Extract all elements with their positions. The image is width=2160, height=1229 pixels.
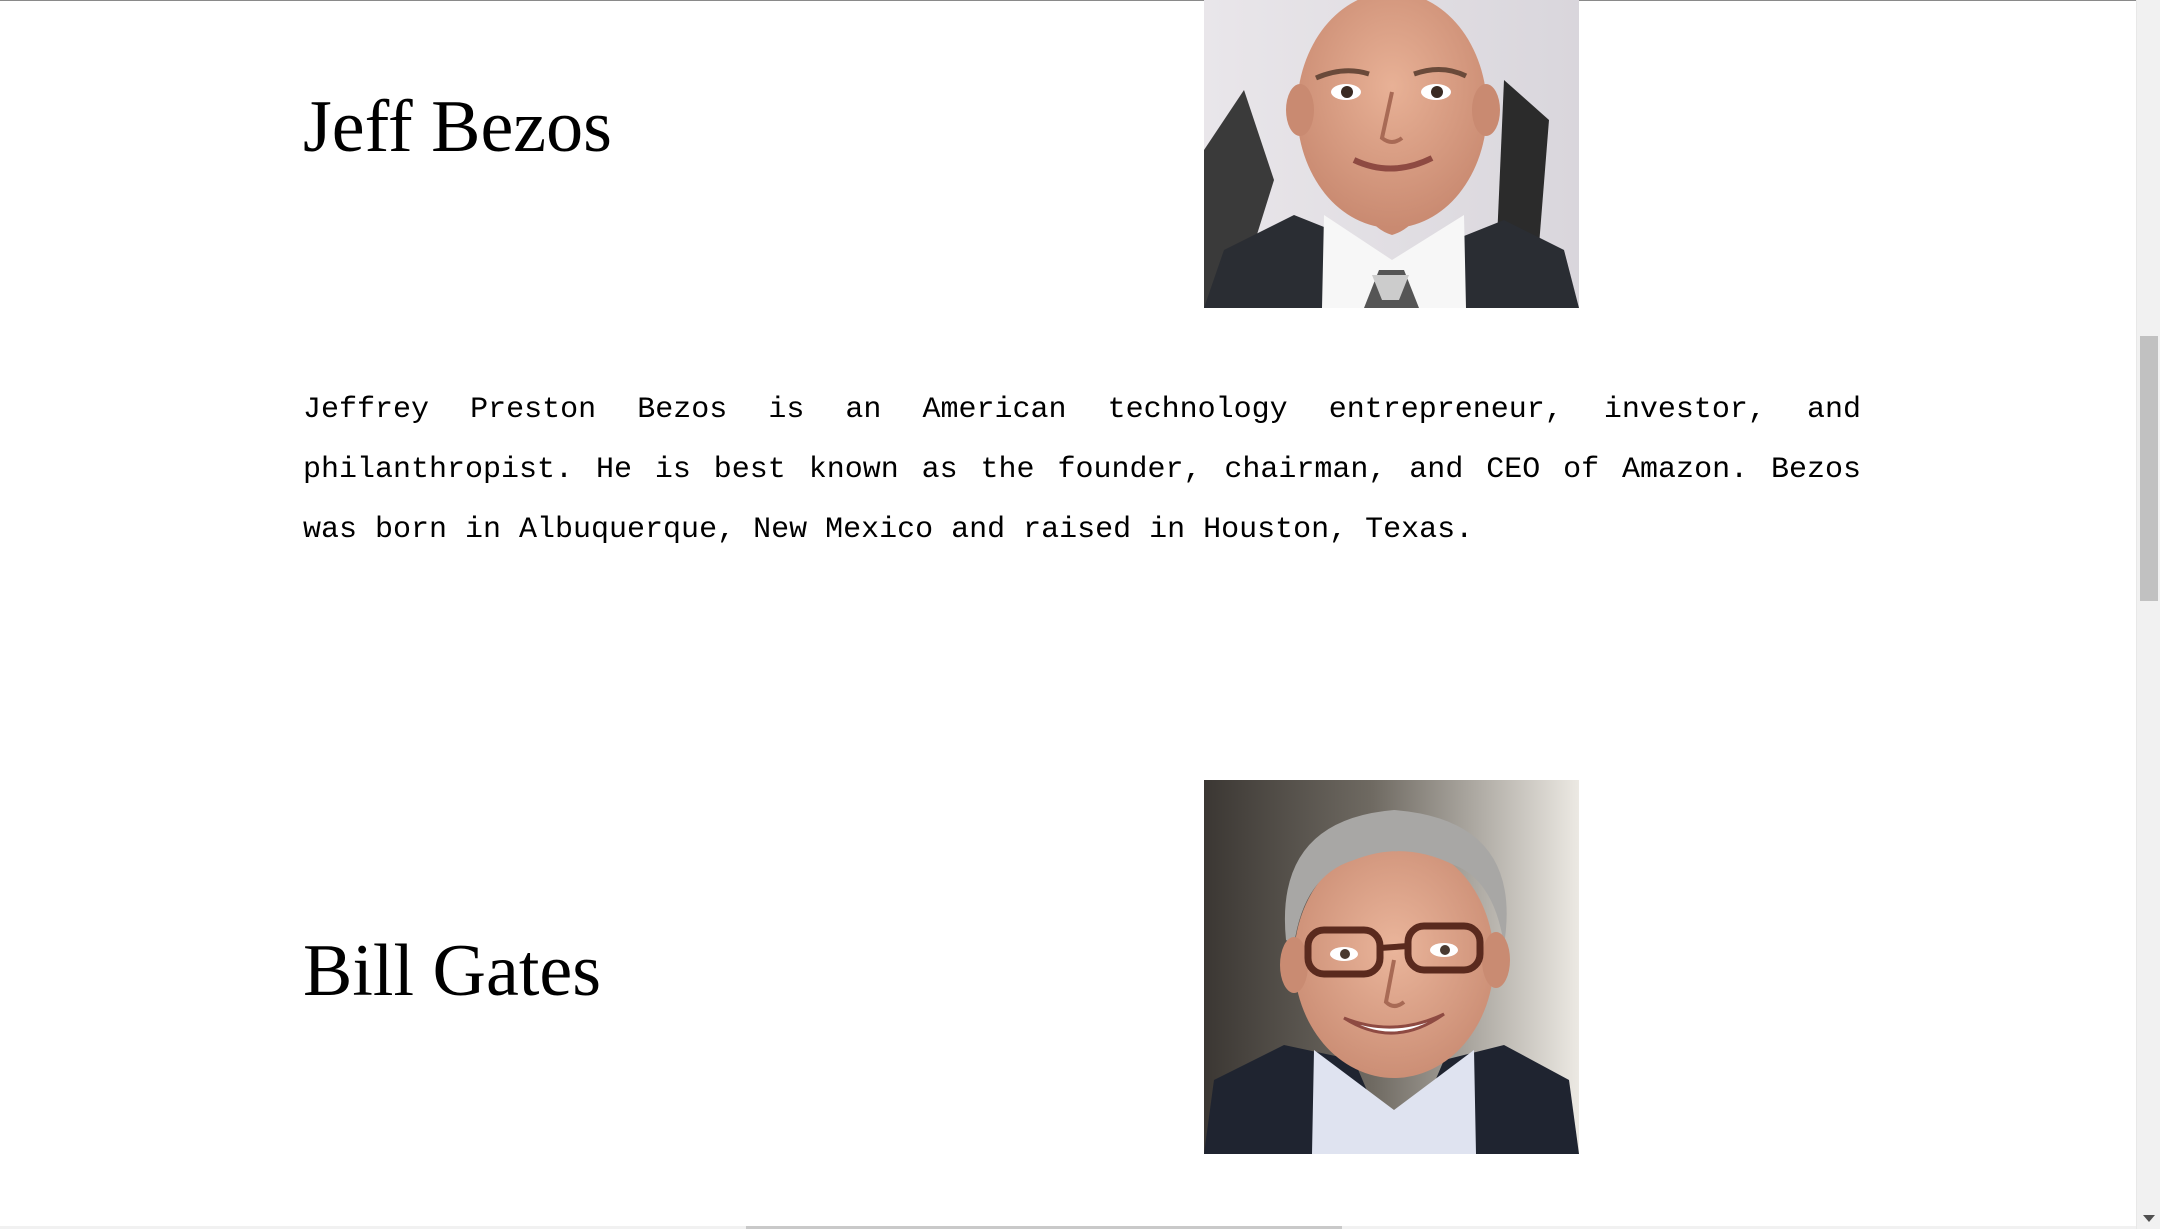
person-name-heading: Jeff Bezos [303,86,612,168]
person-name-heading: Bill Gates [303,930,602,1012]
gates-photo-illustration [1204,780,1579,1154]
bezos-photo-illustration [1204,0,1579,308]
chevron-down-icon[interactable] [2137,1207,2160,1229]
bezos-portrait-image [1204,0,1579,308]
person-bio-paragraph: Jeffrey Preston Bezos is an American tec… [303,393,1861,547]
gates-portrait-image [1204,780,1579,1154]
vertical-scroll-thumb[interactable] [2140,336,2158,601]
page-content[interactable]: Jeff Bezos Jeffrey Preston Bezos is an A… [0,0,2136,1229]
vertical-scrollbar[interactable] [2136,0,2160,1229]
